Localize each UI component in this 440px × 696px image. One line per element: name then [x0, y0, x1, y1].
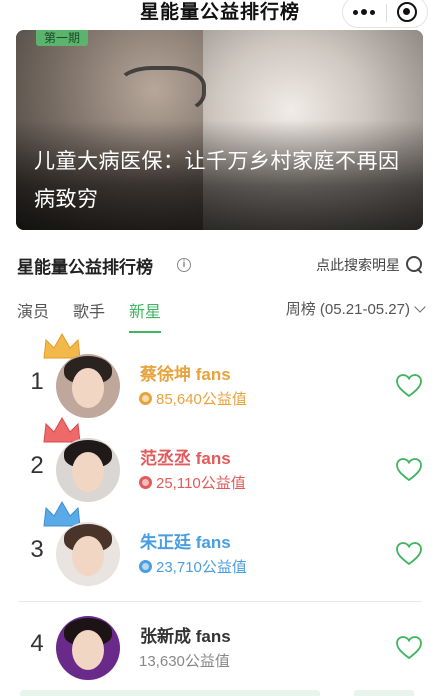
fan-group-name: 范丞丞 fans [140, 449, 231, 468]
charity-points-value: 23,710公益值 [156, 559, 247, 576]
title-bar: 星能量公益排行榜 [0, 0, 440, 34]
avatar [43, 416, 120, 502]
info-icon[interactable]: i [177, 258, 191, 272]
search-star-label: 点此搜索明星 [316, 257, 400, 273]
section-title: 星能量公益排行榜 [17, 258, 153, 277]
rank-number: 1 [30, 368, 44, 395]
avatar [56, 616, 120, 680]
list-divider [18, 601, 422, 602]
tab-actor[interactable]: 演员 [17, 298, 49, 330]
charity-points-value: 25,110公益值 [156, 475, 246, 492]
heart-icon[interactable] [396, 374, 422, 398]
rank-number: 2 [30, 452, 44, 479]
charity-points-value: 13,630公益值 [139, 653, 230, 670]
charity-points: 85,640公益值 [139, 388, 247, 409]
category-tabs: 演员 歌手 新星 [17, 298, 162, 333]
fan-group-name: 朱正廷 fans [140, 533, 231, 552]
charity-points: 13,630公益值 [139, 650, 230, 671]
banner-issue-tag: 第一期 [36, 30, 89, 46]
points-badge-icon [139, 476, 152, 489]
fan-group-name: 张新成 fans [140, 627, 231, 646]
heart-icon[interactable] [396, 636, 422, 660]
bottom-action-strip [20, 690, 320, 696]
search-star-link[interactable]: 点此搜索明星 [316, 255, 424, 275]
banner-headline: 儿童大病医保：让千万乡村家庭不再因病致穷 [34, 150, 400, 211]
more-icon[interactable] [343, 0, 385, 27]
heart-icon[interactable] [396, 458, 422, 482]
week-selector[interactable]: 周榜 (05.21-05.27) [285, 298, 426, 319]
points-badge-icon [139, 560, 152, 573]
rank-number: 4 [30, 630, 44, 657]
close-miniprogram-icon[interactable] [397, 2, 417, 22]
capsule-divider [386, 4, 387, 22]
avatar [43, 500, 120, 586]
bottom-action-strip [354, 690, 414, 696]
week-label: 周榜 (05.21-05.27) [285, 301, 410, 318]
fan-group-name: 蔡徐坤 fans [140, 365, 231, 384]
heart-icon[interactable] [396, 542, 422, 566]
chevron-down-icon [414, 300, 426, 313]
rank-number: 3 [30, 536, 44, 563]
ranking-row-3[interactable]: 3 朱正廷 fans 23,710公益值 [0, 500, 440, 596]
tab-new-star[interactable]: 新星 [129, 298, 162, 333]
charity-points: 23,710公益值 [139, 556, 247, 577]
ranking-row-4[interactable]: 4 张新成 fans 13,630公益值 [0, 606, 440, 690]
banner-card[interactable]: 第一期 儿童大病医保：让千万乡村家庭不再因病致穷 [16, 30, 423, 230]
tab-singer[interactable]: 歌手 [73, 298, 105, 330]
charity-points-value: 85,640公益值 [156, 391, 247, 408]
points-badge-icon [139, 392, 152, 405]
charity-points: 25,110公益值 [139, 472, 246, 493]
avatar [43, 332, 120, 418]
search-icon [406, 256, 424, 274]
banner-photo-detail [116, 66, 206, 116]
menu-capsule [342, 0, 428, 28]
